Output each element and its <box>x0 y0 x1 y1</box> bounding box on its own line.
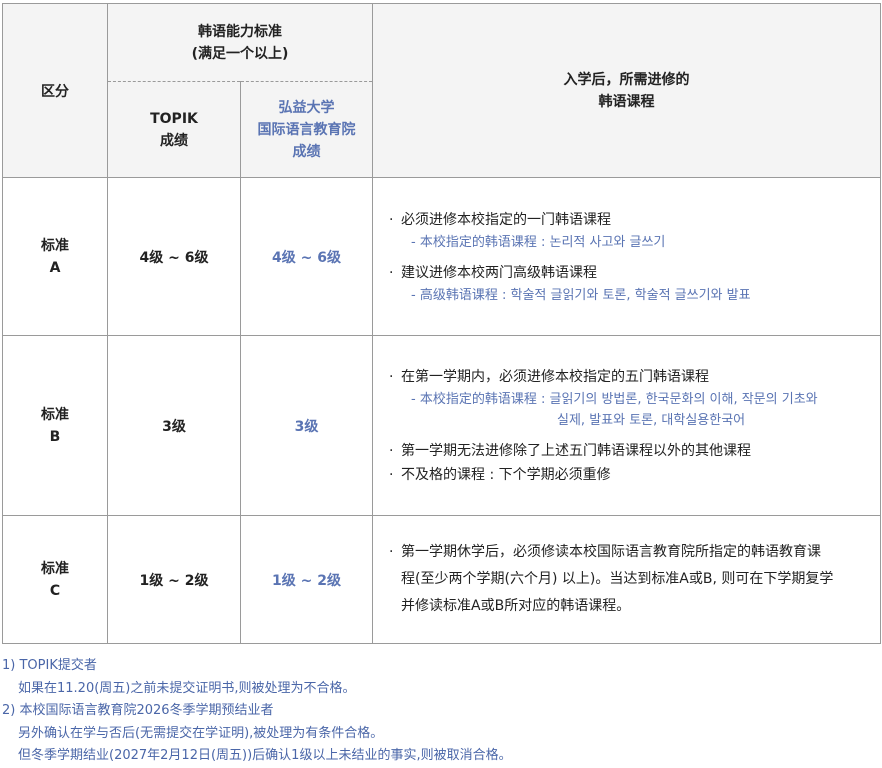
header-korean-level-sub: (满足一个以上) <box>191 45 289 62</box>
header-category: 区分 <box>2 3 108 178</box>
header-hongik-score: 弘益大学 国际语言教育院 成绩 <box>239 81 374 178</box>
row-b-sub1b: 실제, 발표와 토론, 대학실용한국어 <box>557 412 746 428</box>
row-b-bullet2: 第一学期无法进修除了上述五门韩语课程以外的其他课程 <box>401 442 752 459</box>
footnote-1-title: 1) TOPIK提交者 <box>2 658 97 673</box>
row-b-sub1: - 本校指定的韩语课程 : 글읽기의 방법론, 한국문화의 이해, 작문의 기초… <box>411 391 818 407</box>
table-row: 标准 A 4级 ~ 6级 4级 ~ 6级 · 必须进修本校指定的一门韩语课程 - … <box>2 177 882 336</box>
row-c-text-line2: 程(至少两个学期(六个月) 以上)。当达到标准A或B, 则可在下学期复学 <box>401 571 834 587</box>
list-item: · 第一学期无法进修除了上述五门韩语课程以外的其他课程 <box>387 439 870 463</box>
list-item: · 建议进修本校两门高级韩语课程 <box>387 261 870 285</box>
row-c-courses: · 第一学期休学后，必须修读本校国际语言教育院所指定的韩语教育课 程(至少两个学… <box>372 515 882 644</box>
bullet-icon: · <box>389 264 394 281</box>
footnote-2-title: 2) 本校国际语言教育院2026冬季学期预结业者 <box>2 703 274 718</box>
row-a-sub1: - 本校指定的韩语课程 : 논리적 사고와 글쓰기 <box>411 234 666 250</box>
row-c-text-line3: 并修读标准A或B所对应的韩语课程。 <box>401 598 631 614</box>
header-hongik-line3: 成绩 <box>292 143 321 160</box>
row-c-hongik: 1级 ~ 2级 <box>239 515 374 644</box>
table-row: 标准 B 3级 3级 · 在第一学期内，必须进修本校指定的五门韩语课程 - 本校指… <box>2 335 882 516</box>
admission-criteria-table: 区分 韩语能力标准 (满足一个以上) 入学后，所需进修的 韩语课程 TOPIK … <box>2 3 882 644</box>
list-item: · 必须进修本校指定的一门韩语课程 <box>387 208 870 232</box>
list-item: · 第一学期休学后，必须修读本校国际语言教育院所指定的韩语教育课 程(至少两个学… <box>387 539 870 620</box>
footnote-2-text-2: 但冬季学期结业(2027年2月12日(周五))后确认1级以上未结业的事实,则被取… <box>18 748 512 763</box>
row-a-bullet2: 建议进修本校两门高级韩语课程 <box>401 264 598 281</box>
table-row: 标准 C 1级 ~ 2级 1级 ~ 2级 · 第一学期休学后，必须修读本校国际语… <box>2 515 882 644</box>
row-label-line1: 标准 <box>41 406 69 423</box>
bullet-icon: · <box>389 544 394 560</box>
footnotes: 1) TOPIK提交者 如果在11.20(周五)之前未提交证明书,则被处理为不合… <box>2 655 512 768</box>
bullet-icon: · <box>389 466 394 483</box>
header-hongik-line2: 国际语言教育院 <box>257 121 356 138</box>
header-required-line2: 韩语课程 <box>598 93 655 110</box>
row-c-text-line1: 第一学期休学后，必须修读本校国际语言教育院所指定的韩语教育课 <box>401 544 822 560</box>
row-c-label: 标准 C <box>2 515 108 644</box>
row-label-line2: C <box>49 582 61 599</box>
header-topik-line2: 成绩 <box>160 132 188 149</box>
bullet-icon: · <box>389 211 394 228</box>
row-label-line1: 标准 <box>41 560 69 577</box>
row-a-topik: 4级 ~ 6级 <box>107 177 241 336</box>
header-topik-line1: TOPIK <box>150 110 198 127</box>
list-item: · 不及格的课程 : 下个学期必须重修 <box>387 463 870 487</box>
row-label-line2: A <box>49 259 61 276</box>
bullet-icon: · <box>389 442 394 459</box>
row-c-topik: 1级 ~ 2级 <box>107 515 241 644</box>
row-b-hongik: 3级 <box>239 335 374 516</box>
list-item: · 在第一学期内，必须进修本校指定的五门韩语课程 <box>387 365 870 389</box>
header-required-courses: 入学后，所需进修的 韩语课程 <box>372 3 882 178</box>
bullet-icon: · <box>389 368 394 385</box>
row-a-bullet1: 必须进修本校指定的一门韩语课程 <box>401 211 612 228</box>
row-a-courses: · 必须进修本校指定的一门韩语课程 - 本校指定的韩语课程 : 논리적 사고와 글… <box>372 177 882 336</box>
footnote-1-text: 如果在11.20(周五)之前未提交证明书,则被处理为不合格。 <box>18 680 356 696</box>
row-a-label: 标准 A <box>2 177 108 336</box>
row-label-line1: 标准 <box>41 237 69 254</box>
footnote-2-text: 另外确认在学与否后(无需提交在学证明),被处理为有条件合格。 <box>18 725 384 741</box>
header-required-line1: 入学后，所需进修的 <box>563 71 690 88</box>
row-a-hongik: 4级 ~ 6级 <box>239 177 374 336</box>
row-label-line2: B <box>49 428 61 445</box>
header-hongik-line1: 弘益大学 <box>278 99 335 116</box>
row-b-bullet3: 不及格的课程 : 下个学期必须重修 <box>401 466 611 483</box>
row-b-courses: · 在第一学期内，必须进修本校指定的五门韩语课程 - 本校指定的韩语课程 : 글읽… <box>372 335 882 516</box>
header-korean-level: 韩语能力标准 (满足一个以上) <box>106 3 374 82</box>
header-korean-level-title: 韩语能力标准 <box>198 23 282 40</box>
row-b-bullet1: 在第一学期内，必须进修本校指定的五门韩语课程 <box>401 368 710 385</box>
row-a-sub2: - 高级韩语课程 : 학술적 글읽기와 토론, 학술적 글쓰기와 발표 <box>411 287 751 303</box>
header-topik-score: TOPIK 成绩 <box>107 81 241 178</box>
row-b-label: 标准 B <box>2 335 108 516</box>
row-b-topik: 3级 <box>107 335 241 516</box>
